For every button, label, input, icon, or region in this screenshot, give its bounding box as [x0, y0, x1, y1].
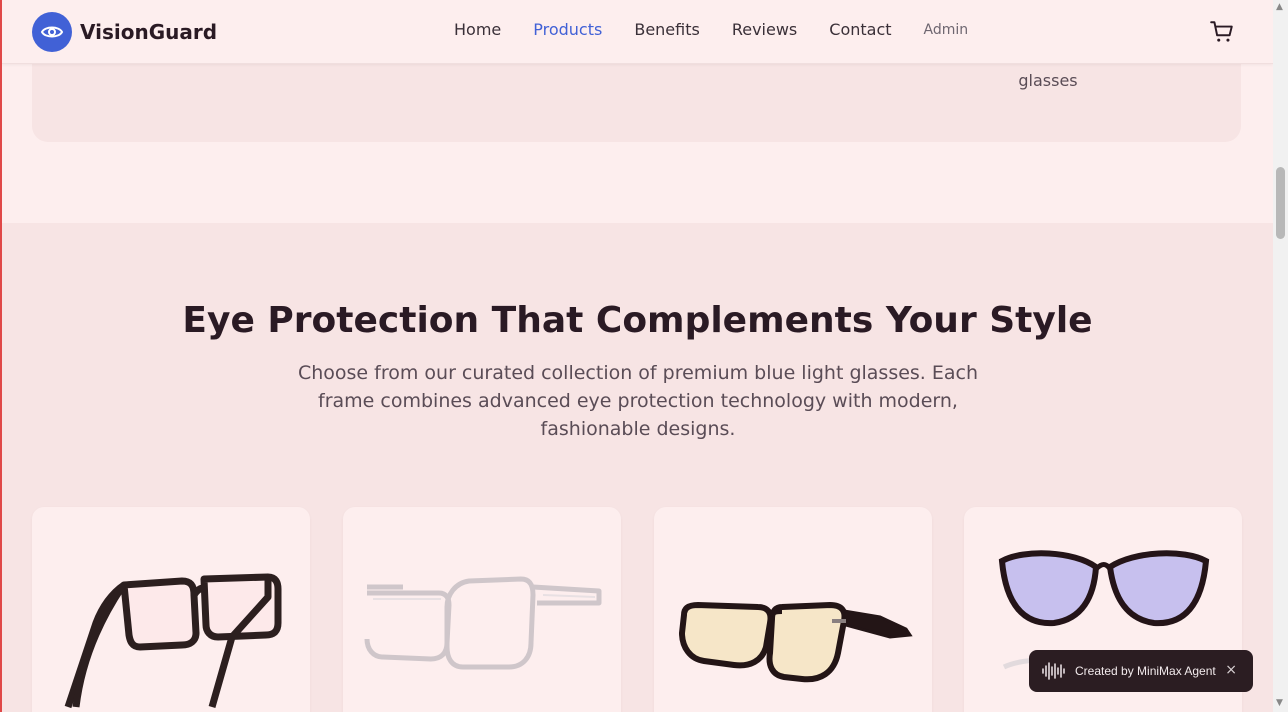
badge-text: Created by MiniMax Agent: [1075, 664, 1216, 678]
products-section: Eye Protection That Complements Your Sty…: [2, 223, 1273, 712]
close-icon[interactable]: ×: [1225, 662, 1237, 678]
cart-icon[interactable]: [1209, 19, 1235, 49]
clear-frame-glasses: [364, 576, 602, 670]
main-nav: Home Products Benefits Reviews Contact A…: [454, 20, 968, 39]
page-scrollbar[interactable]: ▲ ▼: [1273, 0, 1288, 712]
features-panel-text: glasses: [1018, 71, 1078, 90]
product-card-1[interactable]: [32, 507, 310, 712]
black-amber-lens-glasses: [678, 601, 913, 683]
page-viewport: glasses VisionGuard Home Products Benefi…: [0, 0, 1273, 712]
nav-products[interactable]: Products: [533, 20, 602, 39]
nav-contact[interactable]: Contact: [829, 20, 891, 39]
nav-reviews[interactable]: Reviews: [732, 20, 797, 39]
brand-name: VisionGuard: [80, 20, 218, 44]
black-square-frame-glasses: [64, 573, 282, 709]
product-card-3[interactable]: [654, 507, 932, 712]
product-card-2[interactable]: [343, 507, 621, 712]
nav-benefits[interactable]: Benefits: [634, 20, 700, 39]
scroll-thumb[interactable]: [1276, 167, 1285, 239]
products-subtitle: Choose from our curated collection of pr…: [297, 362, 979, 440]
scroll-down-arrow-icon[interactable]: ▼: [1276, 698, 1283, 708]
waveform-icon: [1042, 662, 1065, 680]
scroll-up-arrow-icon[interactable]: ▲: [1276, 2, 1283, 12]
brand-logo[interactable]: VisionGuard: [32, 12, 217, 52]
nav-home[interactable]: Home: [454, 20, 501, 39]
site-header: VisionGuard Home Products Benefits Revie…: [2, 0, 1273, 64]
created-by-badge[interactable]: Created by MiniMax Agent ×: [1029, 650, 1253, 692]
eye-icon: [32, 12, 72, 52]
nav-admin[interactable]: Admin: [924, 22, 969, 38]
products-title: Eye Protection That Complements Your Sty…: [182, 300, 1093, 341]
